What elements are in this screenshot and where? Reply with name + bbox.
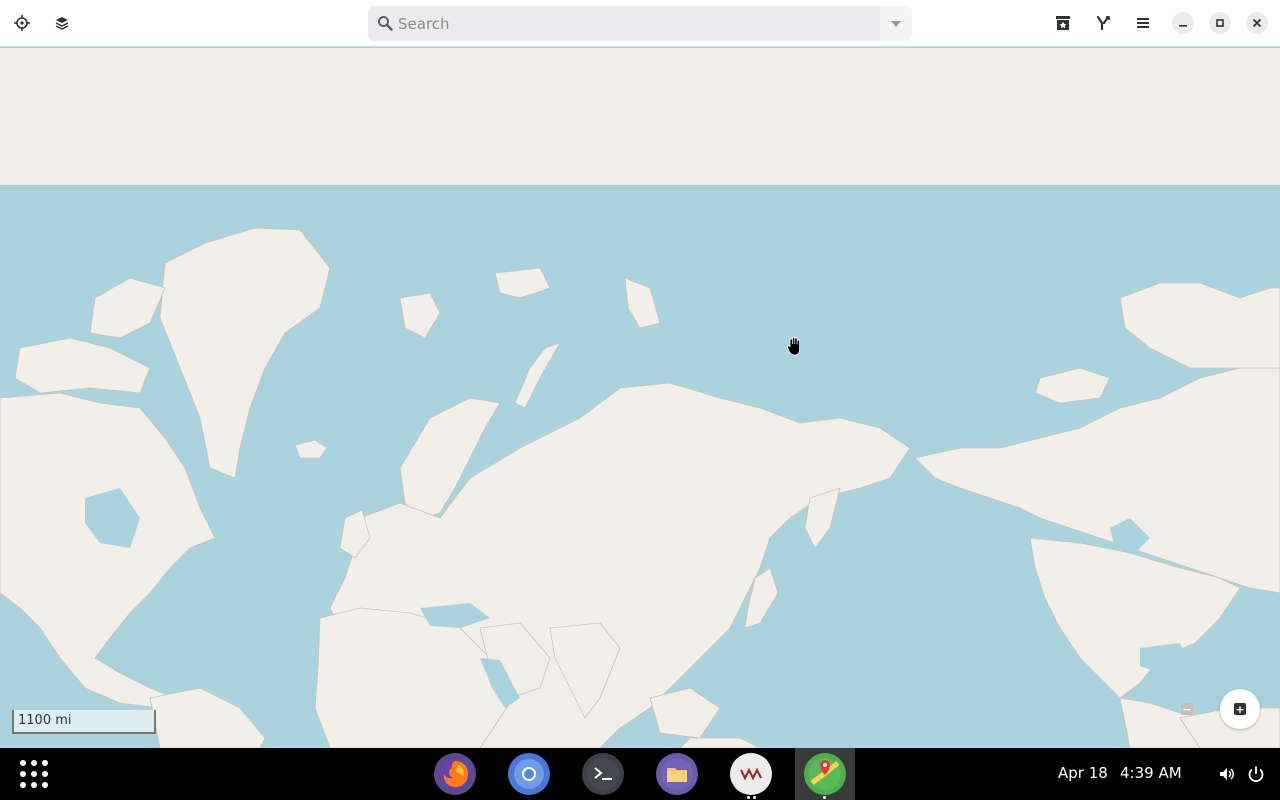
minus-icon: − — [1181, 702, 1193, 716]
maximize-icon — [1216, 19, 1224, 27]
firefox-icon — [440, 759, 470, 789]
chevron-down-icon — [891, 20, 901, 27]
date-label[interactable]: Apr 18 — [1058, 764, 1108, 782]
running-indicator — [823, 796, 826, 799]
header-bar — [0, 0, 1280, 47]
minimize-button[interactable] — [1172, 12, 1194, 34]
vm-icon — [740, 767, 762, 781]
search-dropdown-button[interactable] — [880, 6, 912, 41]
app-grid-icon — [20, 760, 26, 766]
route-button[interactable] — [1088, 8, 1118, 38]
close-icon — [1252, 18, 1262, 28]
dock-maps[interactable] — [804, 753, 846, 795]
zoom-out-button[interactable]: − — [1167, 689, 1207, 729]
layers-icon — [55, 17, 69, 30]
plus-icon: + — [1234, 702, 1246, 716]
map-view[interactable]: 1100 mi − + — [0, 48, 1280, 748]
running-indicator — [753, 796, 756, 799]
layers-button[interactable] — [47, 8, 77, 38]
volume-icon[interactable] — [1218, 765, 1236, 783]
terminal-icon — [587, 758, 619, 790]
search-field[interactable] — [368, 6, 880, 41]
route-icon — [1096, 15, 1110, 31]
minimize-icon — [1179, 25, 1187, 27]
running-indicator — [747, 796, 750, 799]
clock-label[interactable]: 4:39 AM — [1120, 764, 1182, 782]
power-icon[interactable] — [1247, 765, 1265, 783]
taskbar: Apr 18 4:39 AM — [0, 748, 1280, 800]
app-grid-button[interactable] — [18, 758, 50, 790]
main-menu-button[interactable] — [1128, 8, 1158, 38]
files-icon — [661, 758, 693, 790]
zoom-in-button[interactable]: + — [1220, 689, 1260, 729]
chromium-icon — [514, 759, 544, 789]
favorites-button[interactable] — [1048, 8, 1078, 38]
dock-chromium[interactable] — [508, 753, 550, 795]
search-icon — [378, 16, 393, 31]
close-button[interactable] — [1246, 12, 1268, 34]
dock-firefox[interactable] — [434, 753, 476, 795]
locate-button[interactable] — [7, 8, 37, 38]
crosshair-icon — [14, 15, 30, 31]
dock-terminal[interactable] — [582, 753, 624, 795]
search-box — [368, 6, 912, 41]
hand-cursor-icon — [787, 336, 800, 356]
maps-icon — [809, 758, 841, 790]
scale-bar: 1100 mi — [12, 710, 156, 734]
search-input[interactable] — [398, 6, 868, 41]
dock-files[interactable] — [656, 753, 698, 795]
world-map-landmasses — [0, 227, 1280, 748]
dock-vm[interactable] — [730, 753, 772, 795]
bookmark-star-icon — [1056, 16, 1070, 30]
hamburger-icon — [1137, 18, 1149, 28]
scale-label: 1100 mi — [18, 713, 72, 728]
maximize-button[interactable] — [1209, 12, 1231, 34]
